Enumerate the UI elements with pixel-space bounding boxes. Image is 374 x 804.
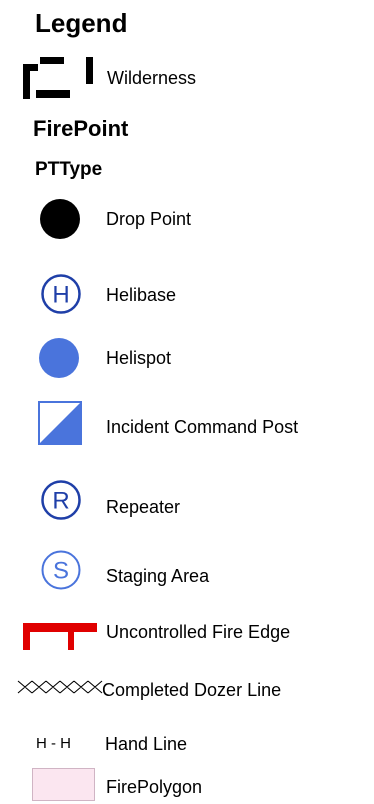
filled-black-circle-icon — [39, 198, 81, 240]
pink-fill-swatch-icon — [32, 768, 96, 802]
svg-text:H: H — [52, 282, 69, 309]
pttype-field-title: PTType — [35, 159, 103, 180]
map-legend: { "legend": { "title": "Legend", "wilder… — [0, 0, 374, 804]
legend-title: Legend — [35, 8, 128, 38]
half-filled-square-icon — [38, 401, 82, 445]
legend-item-label: Hand Line — [105, 734, 188, 754]
legend-item-label: Staging Area — [106, 566, 210, 586]
legend-item-label: Drop Point — [106, 209, 192, 229]
circle-h-icon: H — [40, 273, 82, 315]
filled-blue-circle-icon — [38, 337, 80, 379]
circle-r-icon: R — [40, 479, 82, 521]
svg-text:R: R — [52, 488, 69, 515]
red-fire-edge-icon — [21, 621, 99, 651]
legend-item-label: FirePolygon — [106, 777, 203, 797]
dashed-boundary-icon — [20, 55, 100, 99]
legend-item-label: Completed Dozer Line — [102, 680, 282, 700]
svg-text:S: S — [53, 558, 69, 585]
crosshatch-line-icon — [16, 679, 106, 695]
legend-item-label: Helibase — [106, 285, 177, 305]
firepoint-layer-title: FirePoint — [33, 116, 129, 141]
h-dash-h-line-icon: H - H — [36, 735, 71, 752]
wilderness-label: Wilderness — [107, 68, 197, 88]
legend-item-label: Helispot — [106, 348, 172, 368]
legend-item-label: Incident Command Post — [106, 417, 299, 437]
circle-s-icon: S — [40, 549, 82, 591]
legend-item-label: Repeater — [106, 497, 181, 517]
legend-item-label: Uncontrolled Fire Edge — [106, 622, 291, 642]
